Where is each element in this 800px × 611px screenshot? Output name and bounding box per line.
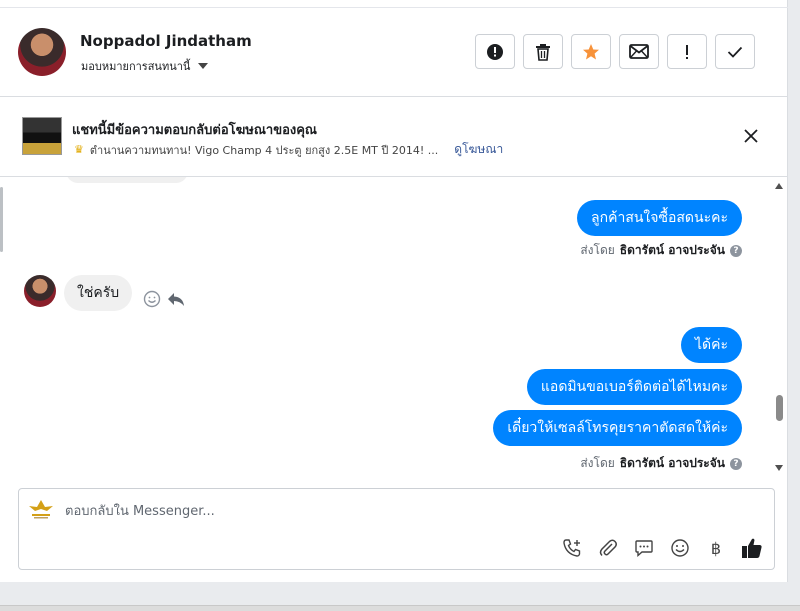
assign-conversation-dropdown[interactable]: มอบหมายการสนทนานี้ — [81, 57, 209, 75]
contact-name[interactable]: Noppadol Jindatham — [80, 32, 252, 50]
view-ad-link[interactable]: ดูโฆษณา — [454, 140, 503, 159]
conversation-header: Noppadol Jindatham มอบหมายการสนทนานี้ — [0, 8, 788, 97]
conversation-panel: Noppadol Jindatham มอบหมายการสนทนานี้ แช… — [0, 0, 788, 582]
exclamation-icon — [686, 44, 688, 59]
scroll-up-arrow[interactable] — [775, 183, 783, 189]
incoming-message[interactable]: ใช่ครับ — [64, 275, 133, 311]
sent-by-name: ธิดารัตน์ อาจประจัน — [619, 243, 725, 257]
ad-description: ตำนานความทนทาน! Vigo Champ 4 ประตู ยกสูง… — [89, 143, 439, 157]
outgoing-message[interactable]: ลูกค้าสนใจซื้อสดนะคะ — [577, 200, 742, 236]
report-spam-button[interactable] — [475, 34, 515, 69]
envelope-icon — [629, 44, 649, 59]
assign-label: มอบหมายการสนทนานี้ — [81, 60, 191, 73]
close-icon[interactable] — [742, 127, 760, 145]
sent-by-prefix: ส่งโดย — [580, 243, 615, 257]
ad-reply-banner: แชทนี้มีข้อความตอบกลับต่อโฆษณาของคุณ ♛ ต… — [0, 97, 788, 177]
star-button[interactable] — [571, 34, 611, 69]
like-button[interactable] — [741, 537, 763, 559]
sent-by-name: ธิดารัตน์ อาจประจัน — [619, 456, 725, 470]
ad-thumbnail[interactable] — [22, 117, 62, 155]
outgoing-message[interactable]: แอดมินขอเบอร์ติดต่อได้ไหมคะ — [526, 369, 742, 405]
caret-down-icon — [198, 63, 209, 69]
sent-by-label: ส่งโดย ธิดารัตน์ อาจประจัน ? — [580, 241, 742, 260]
scrollbar-thumb[interactable] — [776, 395, 783, 421]
mark-unread-button[interactable] — [619, 34, 659, 69]
payment-button[interactable]: ฿ — [705, 537, 727, 559]
sent-by-label: ส่งโดย ธิดารัตน์ อาจประจัน ? — [580, 454, 742, 473]
attach-button[interactable] — [597, 537, 619, 559]
page-logo-icon — [29, 500, 53, 519]
composer-toolbar: ฿ — [561, 537, 763, 559]
thumbs-up-icon — [742, 538, 762, 558]
reply-composer: ฿ — [18, 488, 775, 570]
ad-description-row: ♛ ตำนานความทนทาน! Vigo Champ 4 ประตู ยกส… — [74, 140, 503, 159]
sent-by-prefix: ส่งโดย — [580, 456, 615, 470]
message-thread[interactable]: ลูกค้าสนใจซื้อสดนะคะ ส่งโดย ธิดารัตน์ อา… — [0, 177, 788, 482]
reply-input[interactable] — [65, 501, 665, 521]
star-icon — [583, 43, 599, 59]
baht-icon: ฿ — [710, 538, 722, 558]
call-button[interactable] — [561, 537, 583, 559]
header-actions — [475, 34, 755, 69]
outgoing-message[interactable]: ได้ค่ะ — [680, 327, 742, 363]
follow-up-button[interactable] — [667, 34, 707, 69]
ad-banner-title: แชทนี้มีข้อความตอบกลับต่อโฆษณาของคุณ — [72, 123, 317, 138]
smiley-icon — [671, 539, 689, 557]
previous-message-bubble — [66, 177, 188, 183]
sender-avatar[interactable] — [24, 275, 56, 307]
message-tools — [143, 290, 185, 308]
paperclip-icon — [599, 539, 617, 557]
mark-done-button[interactable] — [715, 34, 755, 69]
outgoing-message[interactable]: เดี๋ยวให้เซลล์โทรคุยราคาตัดสดให้ค่ะ — [493, 410, 742, 446]
help-icon[interactable]: ? — [730, 244, 742, 257]
smiley-icon[interactable] — [143, 290, 161, 308]
contact-avatar[interactable] — [18, 28, 66, 76]
delete-button[interactable] — [523, 34, 563, 69]
chat-bubble-icon — [635, 540, 653, 558]
saved-replies-button[interactable] — [633, 537, 655, 559]
emoji-button[interactable] — [669, 537, 691, 559]
check-icon — [727, 46, 743, 58]
help-icon[interactable]: ? — [730, 457, 742, 470]
top-divider — [0, 0, 788, 8]
bottom-divider — [0, 605, 800, 611]
phone-plus-icon — [563, 539, 581, 557]
crown-icon: ♛ — [74, 143, 84, 156]
trash-icon — [536, 43, 550, 61]
reply-icon[interactable] — [167, 291, 185, 307]
exclamation-circle-icon — [487, 43, 503, 60]
left-resize-handle[interactable] — [0, 187, 3, 252]
scroll-down-arrow[interactable] — [775, 465, 783, 471]
